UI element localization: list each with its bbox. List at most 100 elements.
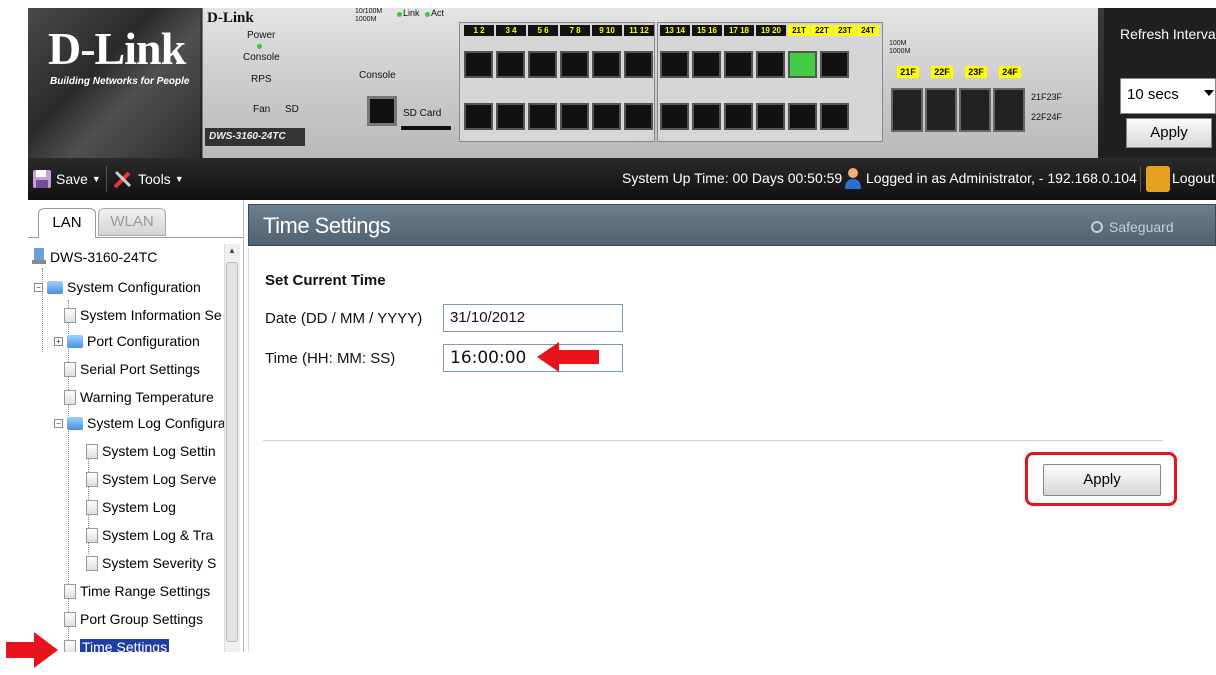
tree-item-label: System Configuration — [67, 279, 201, 295]
system-uptime: System Up Time: 00 Days 00:50:59 — [622, 170, 843, 186]
tree-item-system-configuration[interactable]: − System Configuration — [34, 276, 201, 298]
tree-item-label: System Information Se — [80, 307, 222, 323]
collapse-icon[interactable]: − — [34, 282, 43, 292]
floppy-disk-icon — [33, 170, 51, 188]
act-led — [425, 12, 430, 17]
tree-item-system-log-configuration[interactable]: − System Log Configura — [54, 412, 226, 434]
logout-link[interactable]: Logout — [1172, 170, 1215, 186]
port-number-5-6: 5 6 — [528, 25, 558, 36]
device-front-panel: D-Link Power Console RPS Fan SD DWS-3160… — [202, 8, 1098, 158]
scroll-up-arrow-icon[interactable]: ▲ — [227, 246, 237, 256]
tree-item-time-settings[interactable]: Time Settings — [64, 636, 170, 652]
tree-item-label: System Log Configura — [87, 415, 226, 431]
tree-item-label: System Log & Tra — [102, 527, 214, 543]
document-icon — [86, 555, 98, 571]
ethernet-port — [624, 103, 653, 130]
console-label: Console — [359, 70, 396, 81]
power-led — [257, 44, 262, 49]
tree-root[interactable]: DWS-3160-24TC — [32, 246, 157, 268]
tab-lan[interactable]: LAN — [38, 208, 96, 238]
port-number-9-10: 9 10 — [592, 25, 622, 36]
ethernet-port — [660, 103, 689, 130]
port-number-3-4: 3 4 — [496, 25, 526, 36]
tab-wlan[interactable]: WLAN — [98, 208, 166, 236]
user-icon — [845, 168, 861, 189]
device-model: DWS-3160-24TC — [205, 128, 305, 146]
refresh-apply-button[interactable]: Apply — [1126, 118, 1212, 148]
ethernet-port — [788, 103, 817, 130]
document-icon — [86, 527, 98, 543]
caret-down-icon: ▼ — [91, 174, 101, 184]
tree-item-system-severity[interactable]: System Severity S — [86, 552, 216, 574]
logo-tagline: Building Networks for People — [50, 76, 190, 87]
led-label-rps: RPS — [251, 74, 272, 85]
date-input[interactable]: 31/10/2012 — [443, 304, 623, 332]
switch-device-icon — [32, 248, 46, 264]
tree-item-system-log-settings[interactable]: System Log Settin — [86, 440, 216, 462]
document-icon — [64, 389, 76, 405]
folder-icon — [67, 334, 83, 348]
tree-item-system-log[interactable]: System Log — [86, 496, 176, 518]
document-icon — [86, 443, 98, 459]
port-number-22t: 22T — [811, 25, 833, 36]
toolbar-divider — [1140, 166, 1141, 192]
expand-icon[interactable]: + — [54, 336, 63, 346]
ethernet-port — [692, 51, 721, 78]
tree-item-port-group-settings[interactable]: Port Group Settings — [64, 608, 203, 630]
key-icon[interactable] — [1146, 166, 1170, 192]
document-icon — [64, 639, 76, 652]
sfp-label-21f: 21F — [897, 66, 919, 78]
chevron-down-icon[interactable] — [1204, 90, 1214, 96]
ethernet-port — [724, 51, 753, 78]
date-label: Date (DD / MM / YYYY) — [265, 310, 423, 327]
safeguard-indicator[interactable]: Safeguard — [1091, 219, 1174, 235]
tree-item-port-configuration[interactable]: + Port Configuration — [54, 330, 200, 352]
tree-item-system-log-server[interactable]: System Log Serve — [86, 468, 216, 490]
port-number-24t: 24T — [857, 25, 879, 36]
document-icon — [64, 307, 76, 323]
tools-menu[interactable]: Tools ▼ — [112, 168, 184, 190]
link-led — [397, 12, 402, 17]
dlink-logo: D-Link — [48, 23, 186, 74]
tree-item-warning-temperature[interactable]: Warning Temperature — [64, 386, 214, 408]
speed-legend-2: 100M 1000M — [889, 40, 911, 55]
collapse-icon[interactable]: − — [54, 418, 63, 428]
led-label-fan: Fan — [253, 104, 271, 115]
refresh-interval-label: Refresh Interval — [1120, 26, 1216, 42]
toolbar: Save ▼ Tools ▼ System Up Time: 00 Days 0… — [28, 158, 1216, 200]
scrollbar-thumb[interactable] — [226, 262, 238, 642]
sfp-label-24f: 24F — [999, 66, 1021, 78]
port-number-7-8: 7 8 — [560, 25, 590, 36]
ethernet-port — [464, 51, 493, 78]
led-label-power: Power — [247, 30, 276, 41]
tree-item-serial-port-settings[interactable]: Serial Port Settings — [64, 358, 200, 380]
page-title-bar: Time Settings Safeguard — [248, 204, 1216, 246]
tree-item-label: System Severity S — [102, 555, 217, 571]
port-number-23t: 23T — [834, 25, 856, 36]
link-legend: Link — [403, 8, 420, 18]
tree-item-time-range-settings[interactable]: Time Range Settings — [64, 580, 210, 602]
speed-legend: 10/100M 1000M — [355, 8, 383, 23]
ethernet-port — [464, 103, 493, 130]
tree-root-label: DWS-3160-24TC — [50, 249, 158, 265]
tree-item-system-information[interactable]: System Information Se — [64, 304, 222, 326]
device-header: D-Link Building Networks for People D-Li… — [28, 8, 1216, 158]
document-icon — [64, 583, 76, 599]
tree-item-system-log-trap[interactable]: System Log & Tra — [86, 524, 213, 546]
apply-button[interactable]: Apply — [1043, 464, 1161, 496]
main-content: Time Settings Safeguard Set Current Time… — [248, 200, 1216, 652]
caret-down-icon: ▼ — [174, 174, 184, 184]
tree-item-label: Port Configuration — [87, 333, 200, 349]
refresh-interval-select[interactable]: 10 secs — [1120, 78, 1216, 114]
sdcard-label: SD Card — [403, 108, 442, 119]
document-icon — [86, 471, 98, 487]
port-number-13-14: 13 14 — [660, 25, 690, 36]
tree-item-label: Port Group Settings — [80, 611, 203, 627]
ethernet-port — [528, 103, 557, 130]
save-menu[interactable]: Save ▼ — [32, 168, 101, 190]
sfp-port — [891, 88, 923, 132]
ethernet-port — [692, 103, 721, 130]
port-number-15-16: 15 16 — [692, 25, 722, 36]
port-number-17-18: 17 18 — [724, 25, 754, 36]
ethernet-port — [756, 103, 785, 130]
